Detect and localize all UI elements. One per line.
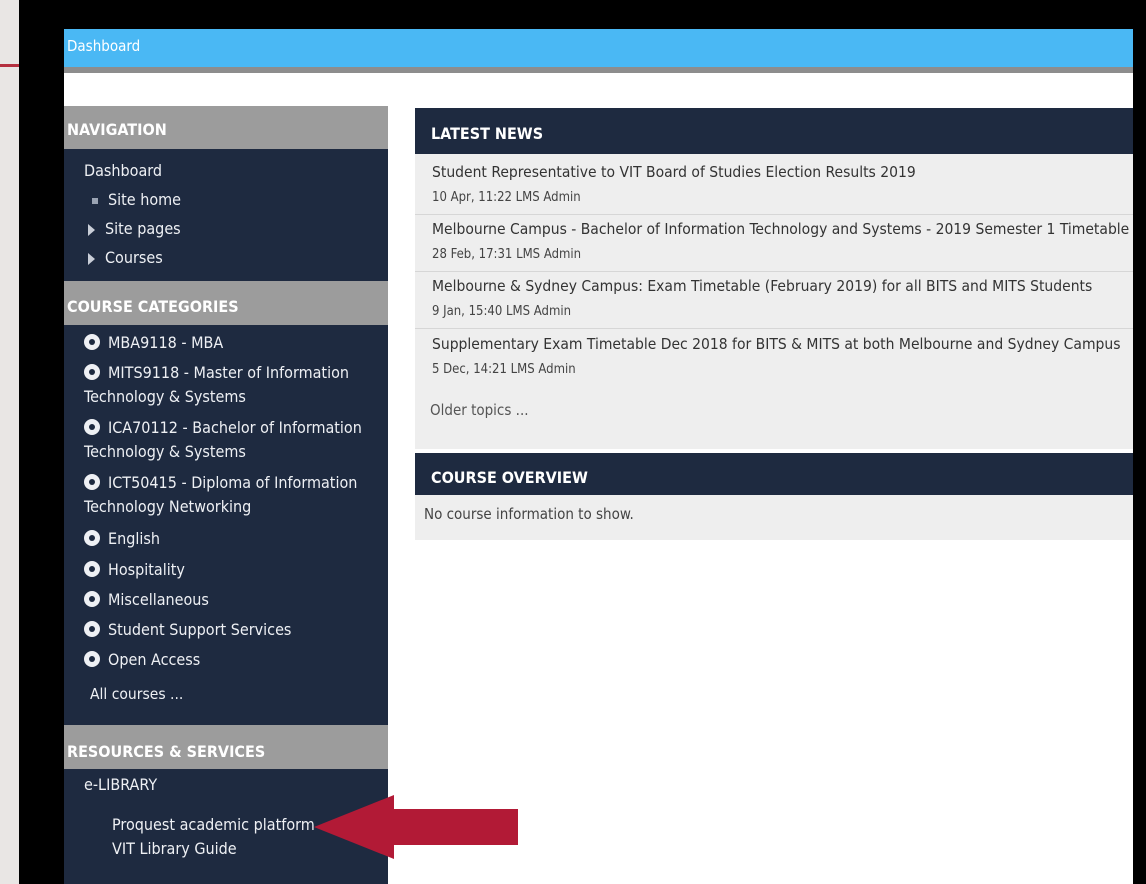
category-icon	[84, 530, 100, 546]
news-divider	[415, 271, 1133, 272]
breadcrumb-bar: Dashboard	[64, 29, 1133, 67]
category-icon	[84, 591, 100, 607]
category-icon	[84, 651, 100, 667]
library-guide-link[interactable]: VIT Library Guide	[112, 839, 237, 858]
news-item-title[interactable]: Supplementary Exam Timetable Dec 2018 fo…	[432, 335, 1121, 353]
category-open-access[interactable]: Open Access	[84, 648, 384, 672]
category-icon	[84, 474, 100, 490]
news-item-title[interactable]: Melbourne & Sydney Campus: Exam Timetabl…	[432, 277, 1092, 295]
nav-site-pages[interactable]: Site pages	[88, 219, 181, 238]
resources-header[interactable]: RESOURCES & SERVICES	[64, 725, 388, 769]
course-categories-header[interactable]: COURSE CATEGORIES	[64, 281, 388, 325]
expand-arrow-icon	[88, 252, 95, 265]
elibrary-label: e-LIBRARY	[84, 775, 158, 794]
annotation-arrow-icon	[314, 795, 394, 859]
proquest-link[interactable]: Proquest academic platform	[112, 815, 315, 834]
category-student-support[interactable]: Student Support Services	[84, 618, 384, 642]
annotation-arrow-body	[394, 809, 518, 845]
category-english[interactable]: English	[84, 527, 384, 551]
news-item-meta: 28 Feb, 17:31 LMS Admin	[432, 247, 582, 262]
latest-news-header: LATEST NEWS	[415, 108, 1133, 154]
news-divider	[415, 214, 1133, 215]
screenshot-frame: Dashboard NAVIGATION Dashboard Site home…	[19, 0, 1146, 884]
news-divider	[415, 328, 1133, 329]
course-overview-header: COURSE OVERVIEW	[415, 453, 1133, 495]
category-diploma[interactable]: ICT50415 - Diploma of Information Techno…	[84, 471, 384, 519]
category-icon	[84, 621, 100, 637]
news-item-title[interactable]: Melbourne Campus - Bachelor of Informati…	[432, 220, 1129, 238]
news-item-meta: 9 Jan, 15:40 LMS Admin	[432, 304, 572, 319]
older-topics-link[interactable]: Older topics ...	[430, 401, 529, 419]
category-icon	[84, 561, 100, 577]
course-overview-empty-text: No course information to show.	[424, 505, 634, 523]
category-mba[interactable]: MBA9118 - MBA	[84, 331, 384, 355]
news-item-title[interactable]: Student Representative to VIT Board of S…	[432, 163, 916, 181]
category-hospitality[interactable]: Hospitality	[84, 558, 384, 582]
all-courses-link[interactable]: All courses ...	[90, 685, 183, 703]
nav-dashboard-link[interactable]: Dashboard	[84, 161, 162, 180]
square-bullet-icon	[92, 197, 98, 204]
news-item-meta: 5 Dec, 14:21 LMS Admin	[432, 362, 576, 377]
category-mits[interactable]: MITS9118 - Master of Information Technol…	[84, 361, 384, 409]
lms-screen: Dashboard NAVIGATION Dashboard Site home…	[64, 29, 1133, 884]
nav-site-home[interactable]: Site home	[92, 190, 181, 209]
category-icon	[84, 334, 100, 350]
category-icon	[84, 419, 100, 435]
nav-courses[interactable]: Courses	[88, 248, 163, 267]
category-miscellaneous[interactable]: Miscellaneous	[84, 588, 384, 612]
category-bits[interactable]: ICA70112 - Bachelor of Information Techn…	[84, 416, 384, 464]
navigation-header[interactable]: NAVIGATION	[64, 106, 388, 149]
topbar-divider	[64, 67, 1133, 73]
expand-arrow-icon	[88, 223, 95, 236]
news-item-meta: 10 Apr, 11:22 LMS Admin	[432, 190, 581, 205]
category-icon	[84, 364, 100, 380]
breadcrumb-dashboard[interactable]: Dashboard	[67, 37, 140, 55]
